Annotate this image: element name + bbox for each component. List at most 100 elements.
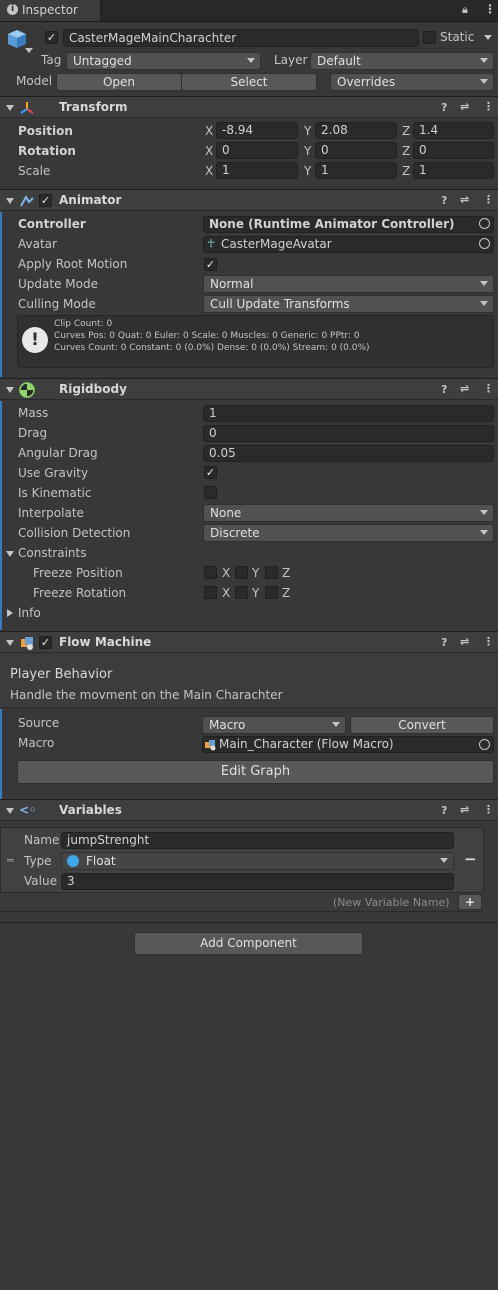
- help-icon[interactable]: ?: [441, 383, 447, 396]
- freeze-position-y-checkbox[interactable]: [235, 566, 248, 579]
- preset-icon[interactable]: ⇌: [460, 193, 469, 206]
- more-menu-icon[interactable]: ⋮: [484, 2, 496, 16]
- use-gravity-checkbox[interactable]: ✓: [204, 466, 217, 479]
- constraints-label[interactable]: Constraints: [18, 546, 86, 560]
- variables-header[interactable]: <◦ Variables ? ⇌ ⋮: [0, 799, 498, 821]
- collision-detection-dropdown[interactable]: Discrete: [203, 524, 494, 542]
- mass-label: Mass: [18, 406, 49, 420]
- preset-icon[interactable]: ⇌: [460, 635, 469, 648]
- controller-field[interactable]: None (Runtime Animator Controller): [203, 216, 494, 233]
- macro-field[interactable]: Main_Character (Flow Macro): [202, 736, 494, 753]
- more-menu-icon[interactable]: ⋮: [483, 635, 494, 648]
- static-checkbox[interactable]: [423, 31, 436, 44]
- scale-x-field[interactable]: 1: [216, 162, 298, 179]
- variable-type-label: Type: [24, 854, 52, 868]
- mass-field[interactable]: 1: [203, 405, 494, 422]
- chevron-down-icon: [480, 510, 488, 515]
- object-active-checkbox[interactable]: ✓: [45, 31, 58, 44]
- add-component-button[interactable]: Add Component: [134, 932, 363, 955]
- behavior-description: Handle the movment on the Main Charachte…: [10, 688, 283, 702]
- flow-machine-enabled-checkbox[interactable]: ✓: [39, 636, 52, 649]
- overrides-dropdown[interactable]: Overrides: [330, 73, 494, 91]
- layer-label: Layer: [274, 53, 308, 67]
- is-kinematic-checkbox[interactable]: [204, 486, 217, 499]
- convert-button[interactable]: Convert: [350, 716, 494, 734]
- flow-machine-header[interactable]: ✓ Flow Machine ? ⇌ ⋮: [0, 631, 498, 653]
- freeze-position-z-checkbox[interactable]: [265, 566, 278, 579]
- apply-root-motion-checkbox[interactable]: ✓: [204, 258, 217, 271]
- update-mode-dropdown[interactable]: Normal: [203, 275, 494, 293]
- layer-dropdown[interactable]: Default: [310, 52, 494, 70]
- animator-enabled-checkbox[interactable]: ✓: [39, 194, 52, 207]
- foldout-arrow-icon[interactable]: [6, 198, 14, 204]
- source-dropdown[interactable]: Macro: [202, 716, 346, 734]
- object-name-field[interactable]: CasterMageMainCharachter: [63, 29, 419, 47]
- help-icon[interactable]: ?: [441, 101, 447, 114]
- object-picker-icon[interactable]: [479, 238, 490, 249]
- freeze-rotation-y-checkbox[interactable]: [235, 586, 248, 599]
- axis-y-label: Y: [304, 144, 312, 158]
- layer-value: Default: [317, 54, 361, 68]
- model-select-button[interactable]: Select: [181, 73, 317, 91]
- preset-icon[interactable]: ⇌: [460, 100, 469, 113]
- info-foldout-icon[interactable]: [7, 609, 13, 617]
- preset-icon[interactable]: ⇌: [460, 382, 469, 395]
- freeze-rotation-x-checkbox[interactable]: [204, 586, 217, 599]
- more-menu-icon[interactable]: ⋮: [483, 100, 494, 113]
- remove-variable-button[interactable]: −: [464, 850, 477, 868]
- apply-root-motion-label: Apply Root Motion: [18, 257, 128, 271]
- tag-dropdown[interactable]: Untagged: [66, 52, 261, 70]
- drag-handle-icon[interactable]: ═: [7, 854, 14, 867]
- help-icon[interactable]: ?: [441, 804, 447, 817]
- constraints-foldout-icon[interactable]: [6, 551, 14, 557]
- freeze-position-x-checkbox[interactable]: [204, 566, 217, 579]
- foldout-arrow-icon[interactable]: [6, 640, 14, 646]
- transform-header[interactable]: Transform ? ⇌ ⋮: [0, 96, 498, 118]
- flow-macro-icon: [205, 739, 217, 751]
- foldout-arrow-icon[interactable]: [6, 105, 14, 111]
- culling-mode-dropdown[interactable]: Cull Update Transforms: [203, 295, 494, 313]
- more-menu-icon[interactable]: ⋮: [483, 803, 494, 816]
- variable-type-dropdown[interactable]: Float: [61, 852, 454, 870]
- preset-icon[interactable]: ⇌: [460, 803, 469, 816]
- icon-dropdown-arrow-icon[interactable]: [25, 48, 33, 53]
- scale-z-field[interactable]: 1: [413, 162, 494, 179]
- help-icon[interactable]: ?: [441, 194, 447, 207]
- edit-graph-button[interactable]: Edit Graph: [17, 760, 494, 784]
- animator-header[interactable]: ✓ Animator ? ⇌ ⋮: [0, 189, 498, 211]
- lock-icon[interactable]: 🔒︎: [462, 3, 468, 17]
- new-variable-name-field[interactable]: (New Variable Name): [333, 896, 450, 909]
- add-variable-button[interactable]: +: [458, 894, 482, 910]
- foldout-arrow-icon[interactable]: [6, 387, 14, 393]
- curves-count-text: Curves Count: 0 Constant: 0 (0.0%) Dense…: [54, 343, 370, 353]
- axis-z-label: Z: [282, 586, 291, 600]
- variable-value-field[interactable]: 3: [61, 873, 454, 890]
- more-menu-icon[interactable]: ⋮: [483, 193, 494, 206]
- interpolate-label: Interpolate: [18, 506, 84, 520]
- position-x-field[interactable]: -8.94: [216, 122, 298, 139]
- more-menu-icon[interactable]: ⋮: [483, 382, 494, 395]
- angular-drag-field[interactable]: 0.05: [203, 445, 494, 462]
- axis-z-label: Z: [402, 124, 411, 138]
- drag-field[interactable]: 0: [203, 425, 494, 442]
- rotation-z-field[interactable]: 0: [413, 142, 494, 159]
- position-z-field[interactable]: 1.4: [413, 122, 494, 139]
- scale-y-field[interactable]: 1: [315, 162, 397, 179]
- variable-name-field[interactable]: jumpStrenght: [61, 832, 454, 849]
- interpolate-dropdown[interactable]: None: [203, 504, 494, 522]
- rotation-y-field[interactable]: 0: [315, 142, 397, 159]
- help-icon[interactable]: ?: [441, 636, 447, 649]
- object-picker-icon[interactable]: [479, 739, 490, 750]
- avatar-field[interactable]: CasterMageAvatar: [203, 236, 494, 253]
- position-label: Position: [18, 124, 73, 138]
- tab-inspector[interactable]: i Inspector: [0, 0, 101, 21]
- position-y-field[interactable]: 2.08: [315, 122, 397, 139]
- foldout-arrow-icon[interactable]: [6, 808, 14, 814]
- rotation-x-field[interactable]: 0: [216, 142, 298, 159]
- freeze-rotation-z-checkbox[interactable]: [265, 586, 278, 599]
- rigidbody-header[interactable]: Rigidbody ? ⇌ ⋮: [0, 378, 498, 400]
- object-picker-icon[interactable]: [479, 218, 490, 229]
- static-dropdown-arrow-icon[interactable]: [484, 35, 492, 40]
- info-label[interactable]: Info: [18, 606, 41, 620]
- model-open-button[interactable]: Open: [56, 73, 182, 91]
